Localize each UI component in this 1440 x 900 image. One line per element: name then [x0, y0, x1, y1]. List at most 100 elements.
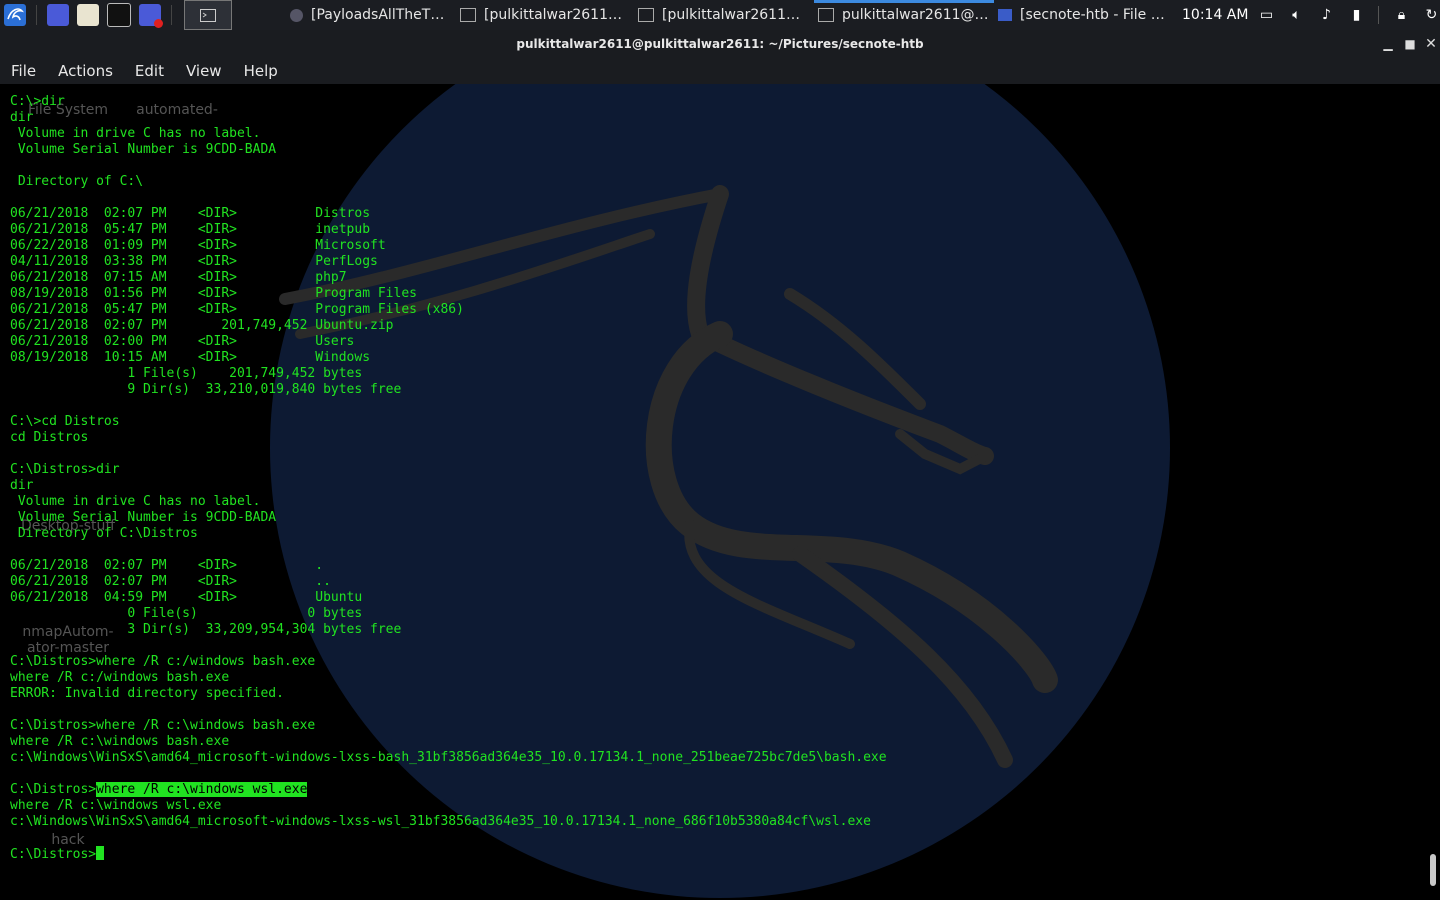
menu-view[interactable]: View: [175, 62, 233, 80]
kali-dragon-icon[interactable]: [0, 0, 30, 30]
terminal-line-text: Volume in drive C has no label.: [10, 494, 261, 509]
terminal-line: C:\Distros>where /R c:\windows bash.exe: [10, 718, 887, 734]
terminal-line: where /R c:/windows bash.exe: [10, 670, 887, 686]
terminal-line-text: 06/21/2018 04:59 PM <DIR> Ubuntu: [10, 590, 363, 605]
terminal-output-area[interactable]: File System automated- Desktop-stuff nma…: [0, 84, 1440, 900]
app-launcher-icon[interactable]: [47, 4, 69, 26]
task-label: [secnote-htb - File M...: [1020, 7, 1170, 23]
terminal-line-text: 06/21/2018 07:15 AM <DIR> php7: [10, 270, 347, 285]
terminal-line-text: C:\Distros>where /R c:/windows bash.exe: [10, 654, 316, 669]
system-tray: ▭ 🔈︎ ♪ ▮ 🔒︎ ↻: [1258, 6, 1439, 24]
terminal-line: c:\Windows\WinSxS\amd64_microsoft-window…: [10, 814, 887, 830]
terminal-line: 06/21/2018 02:07 PM <DIR> ..: [10, 574, 887, 590]
terminal-line-text: C:\Distros>: [10, 782, 97, 797]
terminal-line: Volume Serial Number is 9CDD-BADA: [10, 142, 887, 158]
terminal-text: C:\>dir dir Volume in drive C has no labe…: [10, 94, 887, 862]
terminal-line-text: Directory of C:\Distros: [10, 526, 198, 541]
window-title: pulkittalwar2611@pulkittalwar2611: ~/Pic…: [516, 37, 924, 51]
terminal-line-text: C:\Distros>where /R c:\windows bash.exe: [10, 718, 316, 733]
battery-icon[interactable]: ▮: [1348, 7, 1364, 23]
window-titlebar[interactable]: pulkittalwar2611@pulkittalwar2611: ~/Pic…: [0, 30, 1440, 58]
task-label: [PayloadsAllTheThin...: [311, 7, 452, 23]
terminal-line-text: dir: [10, 478, 34, 493]
terminal-line-text: 1 File(s) 201,749,452 bytes: [10, 366, 363, 381]
terminal-line: Directory of C:\Distros: [10, 526, 887, 542]
terminal-line: where /R c:\windows wsl.exe: [10, 798, 887, 814]
terminal-icon[interactable]: [107, 3, 131, 27]
terminal-line-text: C:\Distros>: [10, 847, 97, 862]
terminal-line-text: where /R c:\windows wsl.exe: [10, 798, 222, 813]
menu-help[interactable]: Help: [233, 62, 289, 80]
task-terminal-2[interactable]: [pulkittalwar2611@p...: [634, 0, 814, 30]
terminal-line: dir: [10, 110, 887, 126]
terminal-line: 06/21/2018 02:07 PM <DIR> Distros: [10, 206, 887, 222]
terminal-line: cd Distros: [10, 430, 887, 446]
menu-file[interactable]: File: [0, 62, 47, 80]
task-file-manager[interactable]: [secnote-htb - File M...: [994, 0, 1174, 30]
terminal-line-text: 04/11/2018 03:38 PM <DIR> PerfLogs: [10, 254, 378, 269]
task-terminal-active[interactable]: pulkittalwar2611@pu...: [814, 0, 994, 30]
terminal-line-text: Directory of C:\: [10, 174, 144, 189]
task-browser[interactable]: [PayloadsAllTheThin...: [286, 0, 456, 30]
terminal-line: 04/11/2018 03:38 PM <DIR> PerfLogs: [10, 254, 887, 270]
panel-separator: [36, 5, 37, 25]
terminal-line: 06/21/2018 02:07 PM 201,749,452 Ubuntu.z…: [10, 318, 887, 334]
screenshot-icon[interactable]: [139, 4, 163, 28]
logout-icon[interactable]: ↻: [1423, 7, 1439, 23]
task-label: [pulkittalwar2611@p...: [484, 7, 630, 23]
terminal-line-text: 06/21/2018 02:07 PM 201,749,452 Ubuntu.z…: [10, 318, 394, 333]
terminal-line: 06/21/2018 05:47 PM <DIR> inetpub: [10, 222, 887, 238]
folder-icon: [998, 9, 1012, 21]
menu-actions[interactable]: Actions: [47, 62, 124, 80]
selected-command-text: where /R c:\windows wsl.exe: [96, 782, 308, 797]
workspace-2-button[interactable]: [234, 1, 280, 29]
terminal-line-text: 9 Dir(s) 33,210,019,840 bytes free: [10, 382, 402, 397]
terminal-line: 06/21/2018 02:00 PM <DIR> Users: [10, 334, 887, 350]
menu-edit[interactable]: Edit: [124, 62, 175, 80]
notifications-icon[interactable]: ♪: [1318, 7, 1334, 23]
terminal-line: 08/19/2018 10:15 AM <DIR> Windows: [10, 350, 887, 366]
volume-icon[interactable]: 🔈︎: [1288, 7, 1304, 23]
terminal-line-text: dir: [10, 110, 34, 125]
terminal-line-text: 08/19/2018 01:56 PM <DIR> Program Files: [10, 286, 417, 301]
minimize-icon[interactable]: ▁: [1379, 30, 1397, 58]
terminal-line-text: 06/21/2018 02:07 PM <DIR> .: [10, 558, 324, 573]
lock-icon[interactable]: 🔒︎: [1393, 7, 1409, 23]
terminal-line-text: C:\>dir: [10, 94, 65, 109]
terminal-line: c:\Windows\WinSxS\amd64_microsoft-window…: [10, 750, 887, 766]
task-label: pulkittalwar2611@pu...: [842, 7, 990, 23]
terminal-line: C:\Distros>: [10, 846, 887, 862]
browser-icon: [290, 8, 303, 22]
terminal-scrollbar[interactable]: [1430, 854, 1436, 886]
close-icon[interactable]: ✕: [1422, 30, 1440, 58]
tray-separator: [1378, 6, 1380, 24]
workspace-1-button[interactable]: [184, 0, 232, 30]
terminal-line: 06/22/2018 01:09 PM <DIR> Microsoft: [10, 238, 887, 254]
terminal-line-text: 06/21/2018 02:07 PM <DIR> ..: [10, 574, 331, 589]
terminal-line-text: ERROR: Invalid directory specified.: [10, 686, 284, 701]
terminal-line-text: where /R c:\windows bash.exe: [10, 734, 230, 749]
clock[interactable]: 10:14 AM: [1182, 7, 1248, 23]
file-manager-icon[interactable]: [77, 4, 99, 26]
terminal-line: Volume Serial Number is 9CDD-BADA: [10, 510, 887, 526]
display-icon[interactable]: ▭: [1258, 7, 1274, 23]
terminal-line-text: Volume Serial Number is 9CDD-BADA: [10, 510, 277, 525]
terminal-line: C:\Distros>where /R c:/windows bash.exe: [10, 654, 887, 670]
terminal-line: C:\Distros>dir: [10, 462, 887, 478]
terminal-line: 9 Dir(s) 33,210,019,840 bytes free: [10, 382, 887, 398]
maximize-icon[interactable]: ■: [1401, 30, 1419, 58]
terminal-line: C:\Distros>where /R c:\windows wsl.exe: [10, 782, 887, 798]
task-terminal-1[interactable]: [pulkittalwar2611@p...: [456, 0, 634, 30]
terminal-line: dir: [10, 478, 887, 494]
terminal-line-text: C:\Distros>dir: [10, 462, 120, 477]
terminal-line-text: 06/21/2018 02:07 PM <DIR> Distros: [10, 206, 371, 221]
terminal-line-text: 08/19/2018 10:15 AM <DIR> Windows: [10, 350, 371, 365]
terminal-line: Directory of C:\: [10, 174, 887, 190]
